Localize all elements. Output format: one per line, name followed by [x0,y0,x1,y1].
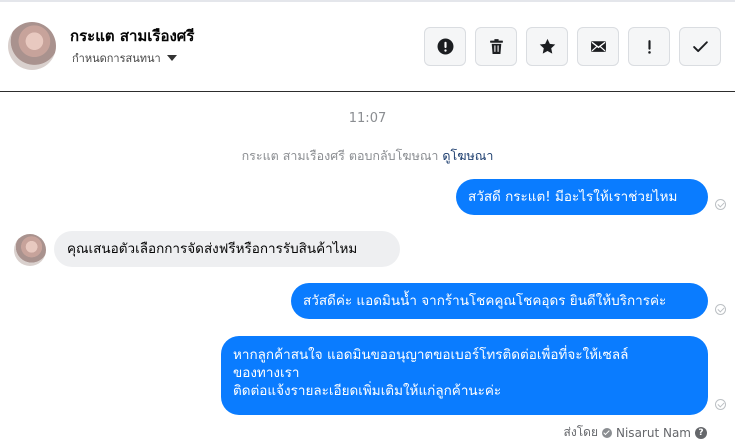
sent-by-footer: ส่งโดย Nisarut Nam ? [564,423,707,442]
conversation-settings-dropdown[interactable]: กำหนดการสนทนา [72,49,177,67]
seen-check-icon [715,399,726,410]
message-text: สวัสดีค่ะ แอดมินน้ำ จากร้านโชคคูณโชคอุดร… [303,293,667,309]
view-ad-link[interactable]: ดูโฆษณา [442,148,493,163]
message-line: ติดต่อแจ้งรายละเอียดเพิ่มเติมให้แก่ลูกค้… [233,383,502,399]
spam-button[interactable] [424,27,466,66]
sent-by-label: ส่งโดย [563,425,598,439]
outgoing-message[interactable]: สวัสดี กระแต! มีอะไรให้เราช่วยไหม [456,179,708,215]
follow-up-button[interactable] [628,27,670,66]
trash-icon [489,39,503,54]
header-divider [0,0,735,2]
verified-check-icon [602,427,612,438]
message-text: สวัสดี กระแต! มีอะไรให้เราช่วยไหม [468,189,678,205]
outgoing-message[interactable]: หากลูกค้าสนใจ แอดมินขออนุญาตขอเบอร์โทรติ… [221,336,708,415]
star-icon [539,38,555,54]
ad-reply-text: กระแต สามเรืองศรี ตอบกลับโฆษณา [241,148,439,163]
exclamation-icon [647,40,651,54]
message-line: หากลูกค้าสนใจ แอดมินขออนุญาตขอเบอร์โทรติ… [233,347,629,363]
contact-name[interactable]: กระแต สามเรืองศรี [70,24,194,48]
message-text: คุณเสนอตัวเลือกการจัดส่งฟรีหรือการรับสิน… [67,241,358,257]
message-line: ของทางเรา [233,365,300,381]
seen-check-icon [715,304,726,315]
outgoing-message[interactable]: สวัสดีค่ะ แอดมินน้ำ จากร้านโชคคูณโชคอุดร… [291,283,708,319]
message-timestamp: 11:07 [348,111,387,126]
contact-avatar-small[interactable] [14,234,46,266]
help-icon[interactable]: ? [695,426,707,439]
sender-name: Nisarut Nam [616,425,691,440]
envelope-icon [590,41,606,52]
contact-avatar[interactable] [8,22,56,70]
ad-reply-notice: กระแต สามเรืองศรี ตอบกลับโฆษณา ดูโฆษณา [0,146,735,166]
alert-circle-icon [437,38,453,55]
done-button[interactable] [679,27,721,66]
message-toolbar [424,27,721,66]
seen-check-icon [715,199,726,210]
check-icon [692,41,708,53]
conversation-settings-label: กำหนดการสนทนา [72,52,161,65]
conversation-header: กระแต สามเรืองศรี กำหนดการสนทนา [0,0,735,92]
delete-button[interactable] [475,27,517,66]
incoming-message[interactable]: คุณเสนอตัวเลือกการจัดส่งฟรีหรือการรับสิน… [54,231,400,267]
mark-unread-button[interactable] [577,27,619,66]
caret-down-icon [166,55,177,61]
star-button[interactable] [526,27,568,66]
